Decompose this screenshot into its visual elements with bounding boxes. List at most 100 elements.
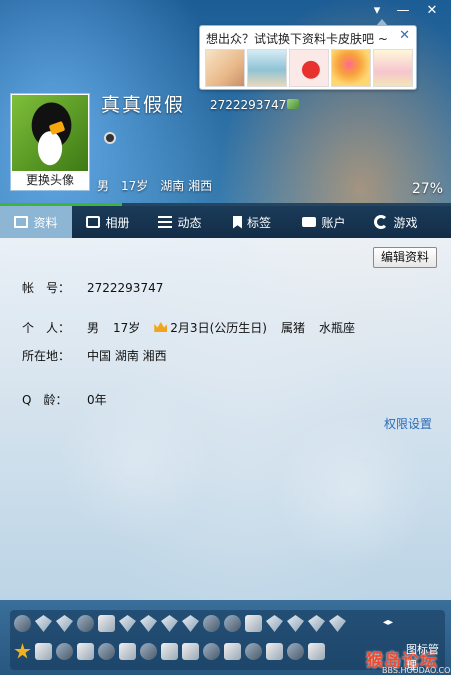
tab-profile[interactable]: 资料 — [0, 206, 72, 238]
wallet-icon — [302, 217, 317, 227]
tab-label: 资料 — [33, 215, 58, 230]
diamond-icon[interactable] — [161, 615, 178, 632]
edit-profile-button[interactable]: 编辑资料 — [373, 247, 437, 268]
diamond-icon[interactable] — [308, 615, 325, 632]
header-qq-number: 2722293747 — [210, 98, 287, 112]
skin-suggestion-popup: 想出众？试试换下资料卡皮肤吧 ~ ✕ — [199, 19, 417, 90]
profile-header: ▾ — ✕ 想出众？试试换下资料卡皮肤吧 ~ ✕ 更换头像 真真假假 27222… — [0, 0, 451, 206]
account-row: 帐 号： 2722293747 — [22, 279, 163, 296]
icon-row-2 — [14, 643, 325, 660]
music-disc-icon[interactable] — [224, 643, 241, 660]
camera-icon[interactable] — [203, 643, 220, 660]
tab-feed[interactable]: 动态 — [144, 206, 216, 238]
diamond-icon[interactable] — [56, 615, 73, 632]
location-value: 中国 湖南 湘西 — [87, 349, 167, 363]
app-icon[interactable] — [77, 643, 94, 660]
star-icon[interactable] — [14, 643, 31, 659]
personal-age: 17岁 — [113, 321, 141, 335]
permission-settings-link[interactable]: 权限设置 — [384, 415, 432, 432]
game-pad-icon[interactable] — [266, 643, 283, 660]
penguin-avatar-image — [12, 95, 88, 171]
online-status-icon[interactable] — [104, 132, 116, 144]
tab-games[interactable]: 游戏 — [360, 206, 432, 238]
forum-watermark-url: BBS.HOUDAO.COM — [382, 666, 451, 675]
personal-value: 男 17岁 2月3日(公历生日) 属猪 水瓶座 — [87, 319, 355, 336]
skin-menu-button[interactable]: ▾ — [365, 2, 389, 20]
skin-thumb-1[interactable] — [205, 49, 245, 87]
diamond-icon[interactable] — [35, 615, 52, 632]
profile-completion: 27% — [411, 181, 443, 197]
puzzle-icon[interactable] — [161, 643, 178, 660]
cube-icon[interactable] — [287, 643, 304, 660]
tab-label: 游戏 — [393, 215, 418, 230]
skin-popup-text: 想出众？试试换下资料卡皮肤吧 ~ — [206, 32, 388, 46]
personal-gender: 男 — [87, 321, 100, 335]
tab-account[interactable]: 账户 — [288, 206, 360, 238]
diamond-icon[interactable] — [140, 615, 157, 632]
heart-icon[interactable] — [14, 615, 31, 632]
music-icon[interactable] — [245, 615, 262, 632]
diamond-icon[interactable] — [287, 615, 304, 632]
personal-label: 个 人： — [22, 321, 71, 335]
skin-thumb-3[interactable] — [289, 49, 329, 87]
robot-icon[interactable] — [119, 643, 136, 660]
birthday-text: 2月3日(公历生日) — [170, 321, 267, 335]
skin-thumb-2[interactable] — [247, 49, 287, 87]
diamond-icon[interactable] — [119, 615, 136, 632]
tab-label: 账户 — [321, 215, 346, 230]
skin-popup-close-button[interactable]: ✕ — [399, 28, 410, 43]
icon-scroll-arrows[interactable]: ◂▸ — [383, 617, 393, 628]
header-location: 湖南 湘西 — [160, 179, 213, 193]
qage-value: 0年 — [87, 393, 107, 407]
diamond-icon[interactable] — [266, 615, 283, 632]
avatar[interactable]: 更换头像 — [10, 93, 90, 191]
personal-zodiac: 属猪 — [280, 321, 305, 335]
vip-badge-icon[interactable] — [287, 99, 299, 109]
close-button[interactable]: ✕ — [417, 2, 447, 20]
header-age: 17岁 — [121, 179, 149, 193]
shield-icon[interactable] — [140, 643, 157, 660]
pet-icon[interactable] — [245, 643, 262, 660]
personal-row: 个 人： 男 17岁 2月3日(公历生日) 属猪 水瓶座 — [22, 319, 355, 336]
tab-tags[interactable]: 标签 — [216, 206, 288, 238]
feed-icon — [158, 216, 173, 228]
account-value: 2722293747 — [87, 280, 164, 295]
penguin-beak — [48, 120, 66, 136]
tab-label: 标签 — [246, 215, 271, 230]
skin-thumbnails — [205, 49, 413, 87]
account-label: 帐 号： — [22, 281, 71, 295]
header-basic-info: 男 17岁 湖南 湘西 — [97, 177, 212, 194]
penguin-icon[interactable] — [77, 615, 94, 632]
mail-icon[interactable] — [182, 643, 199, 660]
personal-birthday: 2月3日(公历生日) — [154, 319, 267, 336]
chat-icon[interactable] — [56, 643, 73, 660]
profile-card-window: ▾ — ✕ 想出众？试试换下资料卡皮肤吧 ~ ✕ 更换头像 真真假假 27222… — [0, 0, 451, 675]
skin-thumb-5[interactable] — [373, 49, 413, 87]
icon-bar: ◂▸ 猴岛论坛 图标管理 BBS.HOUDAO.COM — [0, 600, 451, 675]
tab-album[interactable]: 相册 — [72, 206, 144, 238]
eye-icon[interactable] — [203, 615, 220, 632]
icon-row-1 — [14, 615, 346, 632]
diamond-icon[interactable] — [329, 615, 346, 632]
gift-icon[interactable] — [308, 643, 325, 660]
bird-icon[interactable] — [224, 615, 241, 632]
profile-details: 编辑资料 帐 号： 2722293747 个 人： 男 17岁 2月3日(公历生… — [0, 238, 451, 600]
sticker-icon[interactable] — [98, 643, 115, 660]
window-controls: ▾ — ✕ — [365, 2, 447, 20]
nickname: 真真假假 — [101, 94, 186, 116]
qage-row: Q 龄： 0年 — [22, 391, 107, 408]
qzone-icon[interactable] — [35, 643, 52, 660]
tag-icon — [232, 215, 242, 229]
minimize-button[interactable]: — — [391, 2, 415, 20]
photo-icon — [86, 216, 101, 228]
diamond-icon[interactable] — [182, 615, 199, 632]
qage-label: Q 龄： — [22, 393, 68, 407]
location-row: 所在地： 中国 湖南 湘西 — [22, 347, 167, 364]
icon-bar-panel: ◂▸ 猴岛论坛 图标管理 BBS.HOUDAO.COM — [10, 610, 451, 675]
skin-thumb-4[interactable] — [331, 49, 371, 87]
change-avatar-button[interactable]: 更换头像 — [12, 171, 88, 189]
qq-show-icon[interactable] — [98, 615, 115, 632]
tab-label: 动态 — [177, 215, 202, 230]
tab-label: 相册 — [105, 215, 130, 230]
crown-icon — [154, 322, 168, 332]
